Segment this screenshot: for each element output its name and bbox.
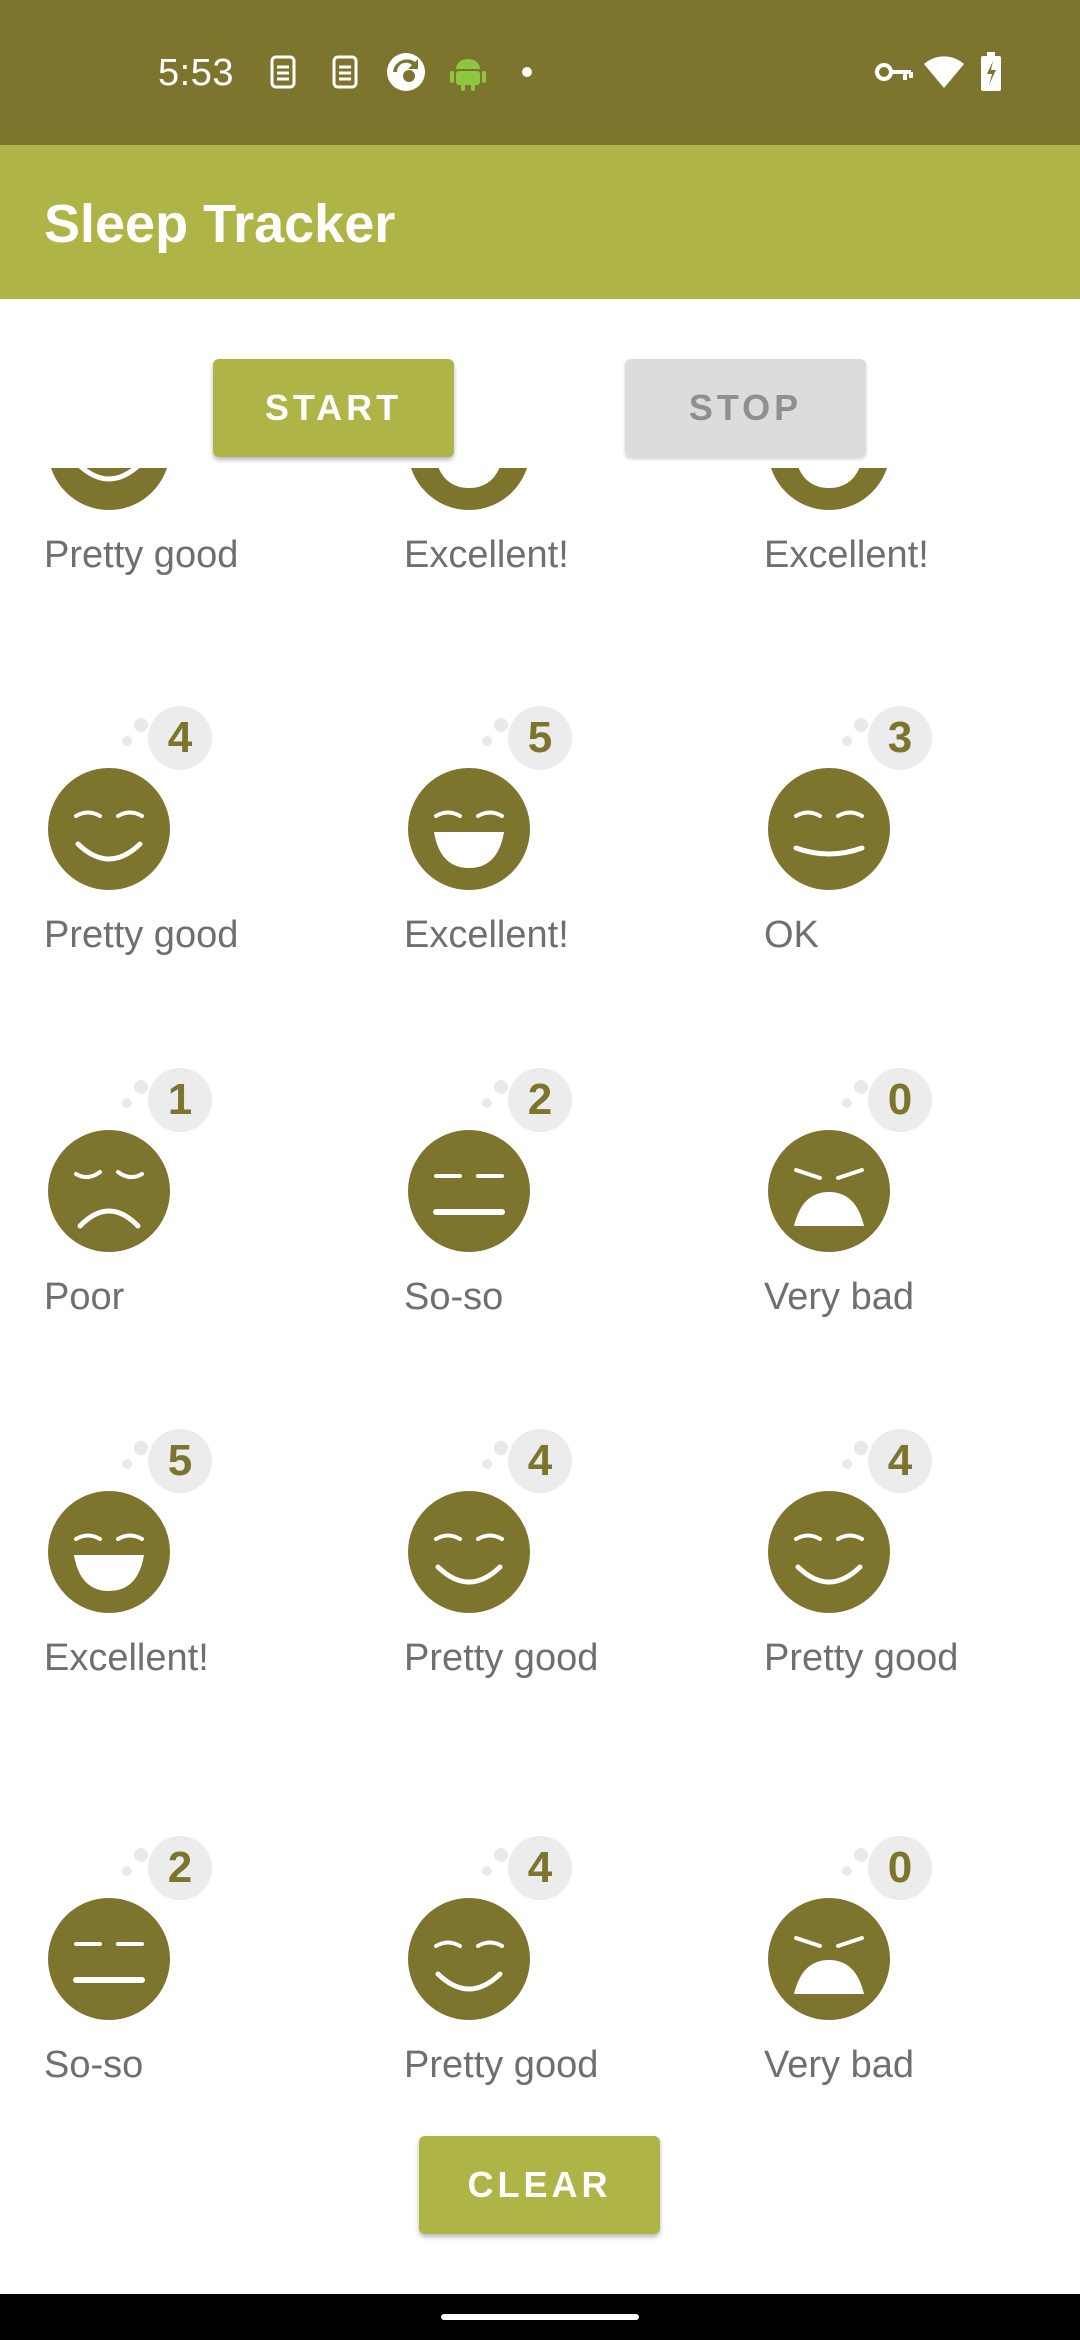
battery-charging-icon [978, 52, 1004, 92]
thought-bubble-dot [854, 1848, 868, 1862]
ok-face-icon [768, 768, 890, 890]
thought-bubble-dot [134, 1441, 148, 1455]
excellent-face-icon [768, 468, 890, 510]
android-icon [448, 52, 488, 92]
thought-bubble-dot [494, 1441, 508, 1455]
thought-bubble-dot [842, 736, 852, 746]
status-time: 5:53 [158, 52, 234, 94]
rating-badge: 1 [148, 1068, 212, 1132]
sleep-quality-label: Excellent! [44, 1637, 209, 1679]
rating-badge: 5 [508, 706, 572, 770]
thought-bubble-dot [122, 1098, 132, 1108]
sleep-quality-label: Pretty good [404, 2044, 599, 2086]
sleep-night-item[interactable]: Excellent! [360, 468, 720, 668]
vpn-key-icon [874, 52, 914, 92]
sleep-night-item[interactable]: 5 Excellent! [360, 688, 720, 1048]
thought-bubble-dot [854, 1080, 868, 1094]
rating-badge: 3 [868, 706, 932, 770]
sync-app-icon [384, 52, 428, 92]
sleep-quality-label: Very bad [764, 1276, 914, 1318]
rating-badge: 2 [508, 1068, 572, 1132]
rating-badge: 4 [508, 1429, 572, 1493]
sleep-quality-label: So-so [404, 1276, 504, 1318]
sleep-night-item[interactable]: 1 Poor [0, 1050, 360, 1410]
sleep-grid[interactable]: Pretty good Excellent! Excellent! 4 Pretty g… [0, 468, 1080, 2118]
so-so-face-icon [48, 1898, 170, 2020]
navigation-bar [0, 2294, 1080, 2340]
sleep-night-item[interactable]: 3 OK [720, 688, 1080, 1048]
thought-bubble-dot [842, 1459, 852, 1469]
sleep-quality-label: Excellent! [404, 534, 569, 576]
thought-bubble-dot [482, 736, 492, 746]
rating-badge: 0 [868, 1836, 932, 1900]
sleep-quality-label: Pretty good [44, 914, 239, 956]
sleep-night-item[interactable]: 4 Pretty good [720, 1411, 1080, 1771]
sleep-quality-label: Pretty good [764, 1637, 959, 1679]
sleep-night-item[interactable]: 5 Excellent! [0, 1411, 360, 1771]
thought-bubble-dot [854, 1441, 868, 1455]
thought-bubble-dot [122, 1866, 132, 1876]
sleep-night-item[interactable]: 0 Very bad [720, 1818, 1080, 2118]
thought-bubble-dot [122, 1459, 132, 1469]
sleep-night-item[interactable]: 2 So-so [0, 1818, 360, 2118]
sleep-night-item[interactable]: 0 Very bad [720, 1050, 1080, 1410]
excellent-face-icon [408, 768, 530, 890]
thought-bubble-dot [494, 1848, 508, 1862]
thought-bubble-dot [842, 1098, 852, 1108]
rating-badge: 2 [148, 1836, 212, 1900]
sleep-quality-label: Pretty good [44, 534, 239, 576]
thought-bubble-dot [482, 1866, 492, 1876]
sim-card-icon [330, 52, 360, 92]
wifi-icon [922, 52, 966, 92]
sleep-quality-label: Very bad [764, 2044, 914, 2086]
app-title: Sleep Tracker [44, 194, 396, 254]
sleep-quality-label: So-so [44, 2044, 144, 2086]
pretty-good-face-icon [408, 1898, 530, 2020]
thought-bubble-dot [134, 718, 148, 732]
pretty-good-face-icon [48, 468, 170, 510]
sleep-quality-label: Poor [44, 1276, 125, 1318]
sleep-quality-label: Excellent! [404, 914, 569, 956]
stop-button[interactable]: STOP [625, 359, 866, 457]
thought-bubble-dot [134, 1848, 148, 1862]
excellent-face-icon [48, 1491, 170, 1613]
app-bar: Sleep Tracker [0, 145, 1080, 299]
rating-badge: 4 [148, 706, 212, 770]
sleep-night-item[interactable]: 4 Pretty good [0, 688, 360, 1048]
very-bad-face-icon [768, 1898, 890, 2020]
thought-bubble-dot [134, 1080, 148, 1094]
rating-badge: 4 [868, 1429, 932, 1493]
sleep-night-item[interactable]: Excellent! [720, 468, 1080, 668]
sleep-night-item[interactable]: 2 So-so [360, 1050, 720, 1410]
so-so-face-icon [408, 1130, 530, 1252]
rating-badge: 5 [148, 1429, 212, 1493]
sleep-night-item[interactable]: 4 Pretty good [360, 1818, 720, 2118]
poor-face-icon [48, 1130, 170, 1252]
pretty-good-face-icon [408, 1491, 530, 1613]
sleep-quality-label: OK [764, 914, 819, 956]
sim-card-icon [268, 52, 298, 92]
notification-dot-icon [520, 52, 534, 92]
home-handle[interactable] [441, 2314, 639, 2320]
rating-badge: 0 [868, 1068, 932, 1132]
sleep-night-item[interactable]: 4 Pretty good [360, 1411, 720, 1771]
thought-bubble-dot [482, 1098, 492, 1108]
sleep-night-item[interactable]: Pretty good [0, 468, 360, 668]
thought-bubble-dot [494, 1080, 508, 1094]
clear-button[interactable]: CLEAR [419, 2136, 660, 2234]
rating-badge: 4 [508, 1836, 572, 1900]
excellent-face-icon [408, 468, 530, 510]
pretty-good-face-icon [48, 768, 170, 890]
status-bar: 5:53 [0, 0, 1080, 145]
thought-bubble-dot [854, 718, 868, 732]
thought-bubble-dot [122, 736, 132, 746]
start-button[interactable]: START [213, 359, 454, 457]
thought-bubble-dot [482, 1459, 492, 1469]
thought-bubble-dot [494, 718, 508, 732]
sleep-quality-label: Pretty good [404, 1637, 599, 1679]
very-bad-face-icon [768, 1130, 890, 1252]
sleep-quality-label: Excellent! [764, 534, 929, 576]
thought-bubble-dot [842, 1866, 852, 1876]
pretty-good-face-icon [768, 1491, 890, 1613]
